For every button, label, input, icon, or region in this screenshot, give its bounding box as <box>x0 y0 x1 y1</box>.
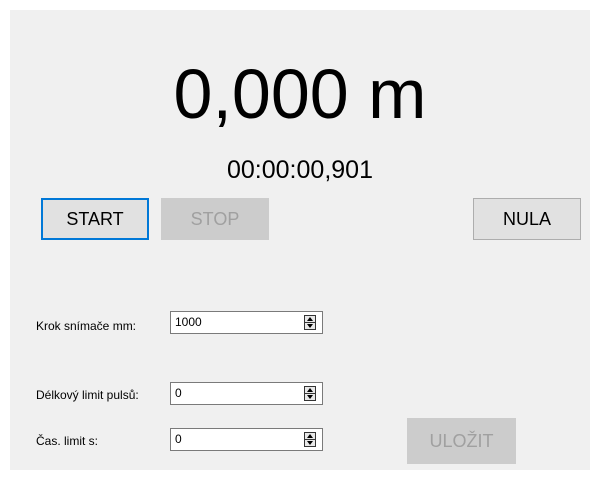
spin-down-icon[interactable] <box>307 441 313 445</box>
main-panel: 0,000 m 00:00:00,901 START STOP NULA Kro… <box>10 10 590 470</box>
save-button[interactable]: ULOŽIT <box>407 418 516 464</box>
krok-label: Krok snímače mm: <box>36 319 137 333</box>
spin-up-icon[interactable] <box>307 317 313 321</box>
spin-up-icon[interactable] <box>307 434 313 438</box>
distance-display: 0,000 m <box>173 55 427 133</box>
spinner-arrows-icon[interactable] <box>304 315 316 330</box>
spin-up-icon[interactable] <box>307 388 313 392</box>
reset-button[interactable]: NULA <box>473 198 581 240</box>
delkovy-limit-label: Délkový limit pulsů: <box>36 388 139 402</box>
elapsed-time-display: 00:00:00,901 <box>227 156 373 184</box>
spinner-arrows-icon[interactable] <box>304 432 316 447</box>
delkovy-limit-value[interactable]: 0 <box>175 386 182 400</box>
start-button[interactable]: START <box>41 198 149 240</box>
cas-limit-spinbox[interactable]: 0 <box>170 428 323 451</box>
krok-spinbox[interactable]: 1000 <box>170 311 323 334</box>
cas-limit-value[interactable]: 0 <box>175 432 182 446</box>
delkovy-limit-spinbox[interactable]: 0 <box>170 382 323 405</box>
spin-down-icon[interactable] <box>307 324 313 328</box>
krok-value[interactable]: 1000 <box>175 315 202 329</box>
spinner-arrows-icon[interactable] <box>304 386 316 401</box>
stop-button[interactable]: STOP <box>161 198 269 240</box>
spin-down-icon[interactable] <box>307 395 313 399</box>
cas-limit-label: Čas. limit s: <box>36 434 99 448</box>
